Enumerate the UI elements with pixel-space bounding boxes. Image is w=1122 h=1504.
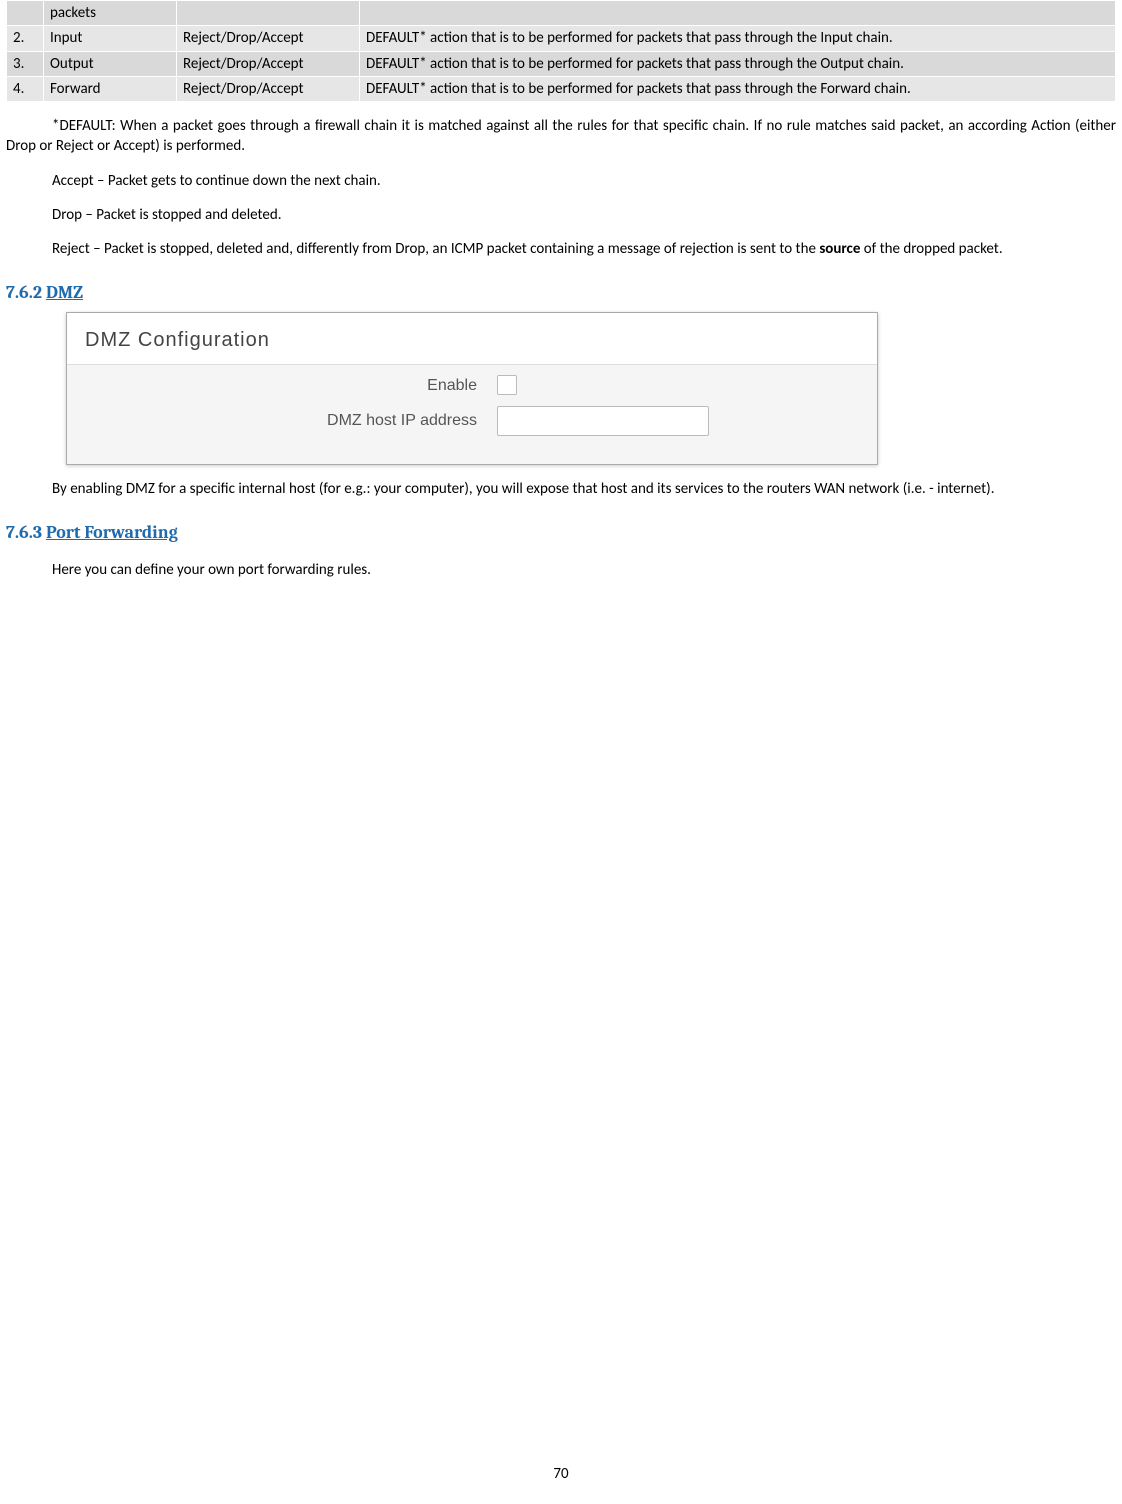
reject-bold: source [819, 240, 860, 258]
table-row: 4. Forward Reject/Drop/Accept DEFAULT* a… [7, 76, 1116, 101]
row-value: Reject/Drop/Accept [177, 76, 360, 101]
row-num: 4. [7, 76, 44, 101]
drop-desc: Drop – Packet is stopped and deleted. [6, 205, 1116, 225]
row-desc: DEFAULT* action that is to be performed … [360, 76, 1116, 101]
dmz-config-panel: DMZ Configuration Enable DMZ host IP add… [66, 312, 878, 466]
dmz-ip-label: DMZ host IP address [67, 410, 497, 432]
reject-desc: Reject – Packet is stopped, deleted and,… [6, 239, 1116, 259]
row-name: packets [44, 1, 177, 26]
row-name: Output [44, 51, 177, 76]
dmz-panel-title: DMZ Configuration [67, 313, 877, 365]
row-num [7, 1, 44, 26]
row-value [177, 1, 360, 26]
section-num: 7.6.2 [6, 282, 42, 303]
row-num: 2. [7, 26, 44, 51]
dmz-ip-row: DMZ host IP address [67, 396, 877, 436]
dmz-enable-label: Enable [67, 375, 497, 397]
default-note: *DEFAULT: When a packet goes through a f… [6, 116, 1116, 157]
section-portfwd-heading: 7.6.3 Port Forwarding [6, 521, 1116, 545]
row-desc [360, 1, 1116, 26]
row-desc: DEFAULT* action that is to be performed … [360, 26, 1116, 51]
reject-part1: Reject – Packet is stopped, deleted and,… [52, 240, 819, 258]
section-title: Port Forwarding [46, 522, 178, 543]
dmz-enable-checkbox[interactable] [497, 375, 517, 395]
dmz-description: By enabling DMZ for a specific internal … [6, 479, 1116, 499]
section-title: DMZ [46, 282, 83, 303]
dmz-enable-row: Enable [67, 365, 877, 397]
row-value: Reject/Drop/Accept [177, 26, 360, 51]
row-value: Reject/Drop/Accept [177, 51, 360, 76]
row-num: 3. [7, 51, 44, 76]
row-desc: DEFAULT* action that is to be performed … [360, 51, 1116, 76]
table-row: 2. Input Reject/Drop/Accept DEFAULT* act… [7, 26, 1116, 51]
dmz-ip-input[interactable] [497, 406, 709, 436]
page-number: 70 [6, 1464, 1116, 1484]
table-row: packets [7, 1, 1116, 26]
row-name: Forward [44, 76, 177, 101]
section-num: 7.6.3 [6, 522, 42, 543]
accept-desc: Accept – Packet gets to continue down th… [6, 171, 1116, 191]
portfwd-description: Here you can define your own port forwar… [6, 560, 1116, 580]
settings-table: packets 2. Input Reject/Drop/Accept DEFA… [6, 0, 1116, 102]
table-row: 3. Output Reject/Drop/Accept DEFAULT* ac… [7, 51, 1116, 76]
reject-part2: of the dropped packet. [860, 240, 1002, 258]
section-dmz-heading: 7.6.2 DMZ [6, 281, 1116, 305]
row-name: Input [44, 26, 177, 51]
